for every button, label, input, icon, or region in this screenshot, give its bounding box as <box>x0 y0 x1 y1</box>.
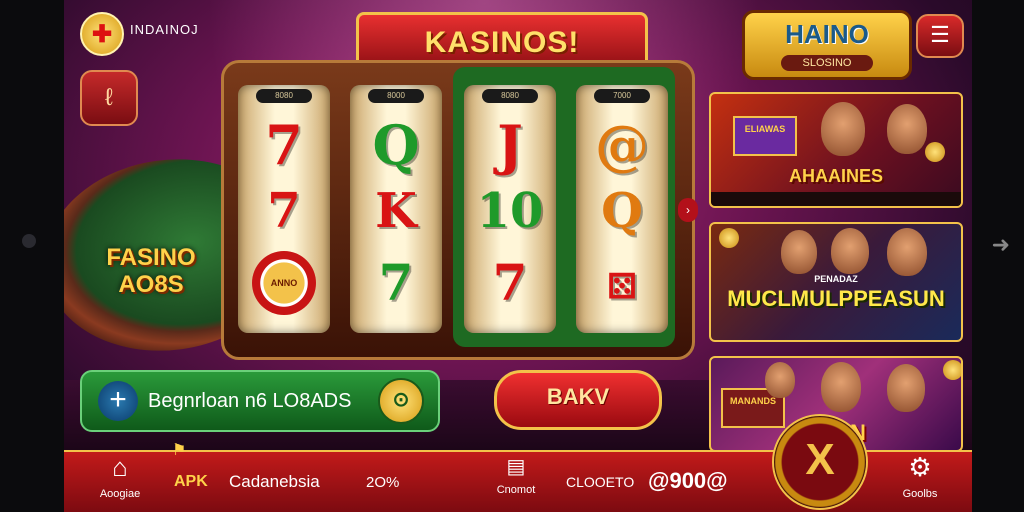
phone-number[interactable]: @900@ <box>648 468 728 494</box>
slot-machine: 8080 7 7 ANNO 8000 Q K 7 8080 J 10 7 700… <box>221 60 695 360</box>
brand-logo-button[interactable]: ✚ <box>80 12 124 56</box>
reel-3[interactable]: 8080 J 10 7 <box>464 85 556 333</box>
reel-tag: 8080 <box>256 89 312 103</box>
promo-card-1[interactable]: ELIAWAS AHAAINES <box>709 92 963 208</box>
character-avatar <box>887 364 925 412</box>
reel-symbol: 10 <box>476 183 544 239</box>
promo-card-2[interactable]: PENADAZ MUCLMULPPEASUN <box>709 222 963 342</box>
reel-symbol: 7 <box>378 253 414 312</box>
right-logo-main: HAINO <box>785 19 869 49</box>
character-avatar <box>821 102 865 156</box>
reel-2[interactable]: 8000 Q K 7 <box>350 85 442 333</box>
reel-symbol: J <box>497 113 523 177</box>
right-logo-sub: SLOSINO <box>781 55 873 71</box>
bank-button[interactable]: BAKV <box>494 370 662 430</box>
menu-button[interactable]: ☰ <box>916 14 964 58</box>
chip-text: ANNO <box>270 278 298 288</box>
document-icon[interactable]: ▤ <box>498 454 534 479</box>
reel-tag: 7000 <box>594 89 650 103</box>
reel-next-arrow[interactable]: › <box>678 198 698 222</box>
coin-icon: ⊙ <box>378 378 424 424</box>
character-avatar <box>781 230 817 274</box>
card-footer <box>711 192 961 206</box>
right-logo: HAINO SLOSINO <box>742 10 912 80</box>
plus-icon: + <box>98 381 138 421</box>
device-bezel-left <box>0 0 64 512</box>
home-icon[interactable]: ⌂ <box>100 452 140 483</box>
camera-dot <box>22 234 36 248</box>
character-avatar <box>831 228 869 274</box>
reel-tag: 8080 <box>482 89 538 103</box>
coin-x-icon: X <box>805 435 835 484</box>
reel-symbol: @ <box>595 113 649 177</box>
menu-icon: ☰ <box>930 22 950 47</box>
gear-icon[interactable]: ⚙ <box>900 452 940 483</box>
reel-symbol: K <box>375 183 417 239</box>
brand-name: INDAINOJ <box>130 22 199 37</box>
reel-symbol: 7 <box>265 113 303 177</box>
promo-icon: ℓ <box>105 84 113 111</box>
game-screen: ✚ INDAINOJ ℓ FASINO AO8S KASINOS! 8080 7… <box>64 0 972 512</box>
card-pretitle: PENADAZ <box>814 274 858 284</box>
chip-icon <box>719 228 739 248</box>
main-coin-button[interactable]: X <box>772 414 868 510</box>
reel-symbol: Q <box>601 183 643 239</box>
table-label: FASINO AO8S <box>106 244 196 298</box>
dice-icon: ⚄ <box>607 267 637 307</box>
plus-icon: ✚ <box>91 20 113 48</box>
side-arrow-icon[interactable]: ➜ <box>992 232 1010 258</box>
register-login-label: Begnrloan n6 LO8ADS <box>148 390 352 412</box>
card-badge: ELIAWAS <box>733 116 797 156</box>
nav-label-home[interactable]: Aoogiae <box>86 488 154 500</box>
reel-4[interactable]: 7000 @ Q ⚄ <box>576 85 668 333</box>
reel-symbol: 7 <box>492 253 528 312</box>
character-avatar <box>821 362 861 412</box>
chip-icon <box>925 142 945 162</box>
contact-label: CLOOETO <box>566 474 635 490</box>
nav-label-center[interactable]: Cnomot <box>480 484 552 496</box>
character-avatar <box>765 362 795 398</box>
character-avatar <box>887 228 927 276</box>
title-text: KASINOS! <box>424 26 580 59</box>
apk-label[interactable]: APK <box>174 473 208 491</box>
year-label: 2O% <box>366 474 400 491</box>
card-title: MUCLMULPPEASUN <box>727 286 945 311</box>
reel-symbol: 7 <box>267 183 301 239</box>
country-label: Cadanebsia <box>229 472 320 491</box>
chip-icon <box>943 360 961 380</box>
promo-button[interactable]: ℓ <box>80 70 138 126</box>
register-login-button[interactable]: + Begnrloan n6 LO8ADS ⊙ <box>80 370 440 432</box>
card-title: AHAAINES <box>788 166 883 186</box>
flag-icon: ⚑ <box>172 442 187 459</box>
reel-symbol: Q <box>372 113 420 177</box>
casino-chip-icon: ANNO <box>252 251 316 315</box>
nav-label-settings[interactable]: Goolbs <box>888 488 952 500</box>
reel-tag: 8000 <box>368 89 424 103</box>
device-bezel-right: ➜ <box>972 0 1024 512</box>
reel-1[interactable]: 8080 7 7 ANNO <box>238 85 330 333</box>
character-avatar <box>887 104 927 154</box>
